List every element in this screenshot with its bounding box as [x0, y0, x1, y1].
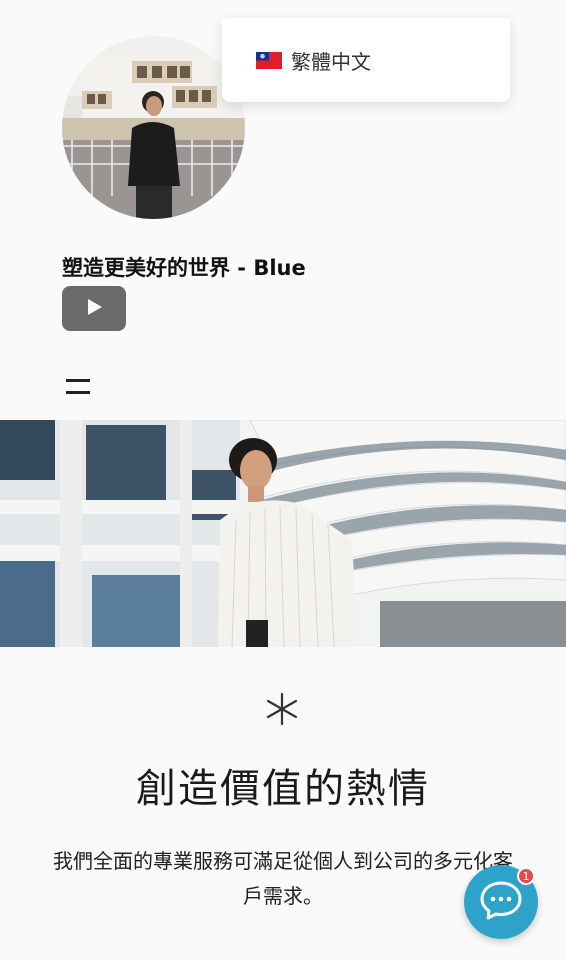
chat-bubble-icon: [479, 880, 523, 924]
language-label: 繁體中文: [291, 49, 371, 74]
taiwan-flag-icon: [256, 51, 282, 69]
asterisk-icon: [263, 690, 301, 728]
chat-notification-badge: 1: [517, 867, 535, 885]
profile-avatar: [62, 36, 245, 219]
play-icon: [84, 297, 104, 321]
profile-title: 塑造更美好的世界 - Blue: [62, 256, 306, 280]
section-heading: 創造價值的熱情: [136, 766, 430, 812]
section-description: 我們全面的專業服務可滿足從個人到公司的多元化客戶需求。: [53, 849, 513, 908]
hamburger-menu-icon[interactable]: [66, 376, 92, 396]
hero-image: [0, 420, 566, 647]
language-dropdown[interactable]: 繁體中文: [222, 18, 510, 102]
youtube-button[interactable]: [62, 286, 126, 331]
